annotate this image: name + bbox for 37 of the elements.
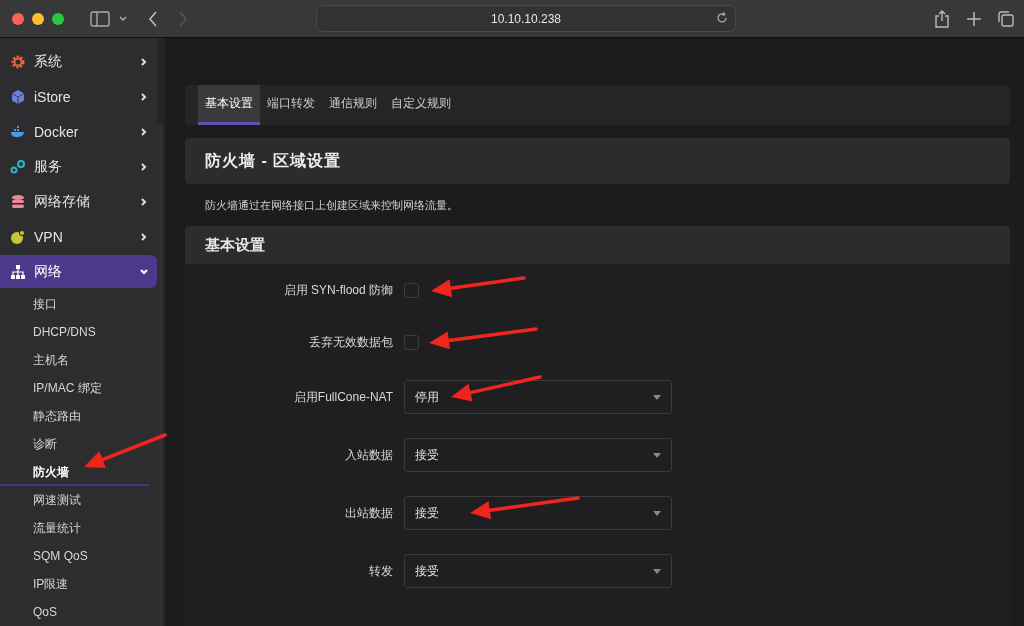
field-label: 出站数据 [344, 504, 393, 522]
description-text: 防火墙通过在网络接口上创建区域来控制网络流量。 [204, 198, 459, 213]
sidebar-subitem[interactable]: QoS [0, 598, 157, 626]
dropdown[interactable]: 接受 [404, 438, 672, 472]
tab[interactable]: 基本设置 [198, 85, 260, 125]
sidebar-item[interactable]: 服务 [0, 150, 157, 183]
sidebar-subitem[interactable]: 网速测试 [0, 486, 157, 514]
field-label: 启用 SYN-flood 防御 [282, 281, 393, 299]
sidebar-subitem[interactable]: 静态路由 [0, 402, 157, 430]
sidebar-subitem[interactable]: SQM QoS [0, 542, 157, 570]
sidebar-subitem[interactable]: 接口 [0, 290, 157, 318]
sidebar-item[interactable]: 网络存储 [0, 185, 157, 218]
dropdown[interactable]: 接受 [404, 496, 672, 530]
url-text: 10.10.10.238 [490, 11, 562, 26]
sidebar-item[interactable]: iStore [0, 80, 157, 113]
field-label: 转发 [368, 562, 393, 580]
sidebar-subitem[interactable]: IP限速 [0, 570, 157, 598]
tab[interactable]: 通信规则 [322, 85, 384, 125]
sidebar-item[interactable]: 系统 [0, 45, 157, 78]
tab[interactable]: 自定义规则 [384, 85, 458, 125]
sidebar-subitem[interactable]: 主机名 [0, 346, 157, 374]
dropdown[interactable]: 停用 [404, 380, 672, 414]
sidebar-item[interactable]: 网络 [0, 255, 157, 288]
field-label: 丢弃无效数据包 [308, 333, 393, 351]
sidebar-subitem[interactable]: DHCP/DNS [0, 318, 157, 346]
field-label: 启用FullCone-NAT [292, 388, 393, 406]
sidebar-item[interactable]: Docker [0, 115, 157, 148]
address-bar[interactable]: 10.10.10.238 [316, 5, 736, 32]
dropdown[interactable]: 接受 [404, 554, 672, 588]
section-title: 基本设置 [205, 235, 265, 255]
sidebar-item[interactable]: VPN [0, 220, 157, 253]
page-title: 防火墙 - 区域设置 [205, 150, 342, 171]
tab[interactable]: 端口转发 [260, 85, 322, 125]
sidebar-subitem[interactable]: IP/MAC 绑定 [0, 374, 157, 402]
sidebar-subitem[interactable]: 流量统计 [0, 514, 157, 542]
sidebar-subitem[interactable]: 诊断 [0, 430, 157, 458]
field-label: 入站数据 [344, 446, 393, 464]
